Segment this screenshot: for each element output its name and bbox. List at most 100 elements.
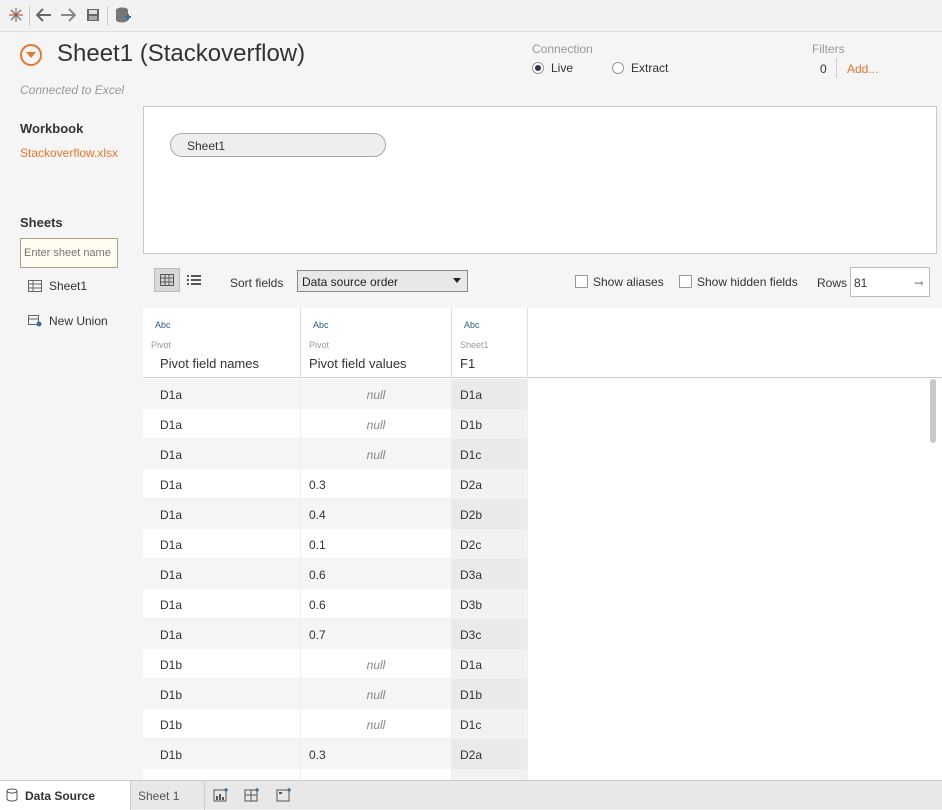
table-cell[interactable]: 0.1 bbox=[301, 529, 452, 559]
workbook-heading: Workbook bbox=[20, 121, 84, 136]
new-story-icon[interactable] bbox=[276, 788, 292, 802]
table-row: D1a 0.7 D3c bbox=[143, 619, 528, 649]
sheet-tab-bar: Data Source Sheet 1 bbox=[0, 780, 942, 810]
column-name: F1 bbox=[460, 356, 476, 371]
table-cell[interactable]: D1a bbox=[143, 529, 301, 559]
table-cell[interactable]: D2a bbox=[452, 739, 528, 769]
list-view-button[interactable] bbox=[181, 268, 207, 292]
table-cell[interactable]: D1a bbox=[143, 619, 301, 649]
sort-fields-value: Data source order bbox=[302, 275, 399, 289]
sort-fields-dropdown[interactable]: Data source order bbox=[297, 270, 468, 292]
connection-status: Connected to Excel bbox=[20, 83, 125, 97]
table-cell[interactable]: D3b bbox=[452, 589, 528, 619]
tab-sheet-1[interactable]: Sheet 1 bbox=[131, 781, 205, 810]
extract-radio[interactable] bbox=[612, 62, 624, 74]
table-cell[interactable]: D2b bbox=[452, 769, 528, 780]
table-row: D1b null D1a bbox=[143, 649, 528, 679]
table-row: D1b0.2D2b bbox=[143, 769, 528, 780]
table-cell[interactable]: 0.6 bbox=[301, 589, 452, 619]
add-filter-link[interactable]: Add... bbox=[847, 62, 878, 76]
table-cell[interactable]: D2c bbox=[452, 529, 528, 559]
table-cell[interactable]: D1b bbox=[143, 739, 301, 769]
string-type-icon[interactable]: Abc bbox=[464, 320, 480, 330]
save-icon[interactable] bbox=[83, 5, 103, 25]
table-cell[interactable]: D2b bbox=[452, 499, 528, 529]
show-hidden-fields-checkbox[interactable] bbox=[679, 275, 692, 288]
live-label: Live bbox=[551, 61, 574, 75]
table-cell[interactable]: D1b bbox=[143, 649, 301, 679]
string-type-icon[interactable]: Abc bbox=[313, 320, 329, 330]
table-cell[interactable]: D2a bbox=[452, 469, 528, 499]
table-cell[interactable]: 0.4 bbox=[301, 499, 452, 529]
table-cell[interactable]: D1b bbox=[143, 769, 301, 780]
show-aliases-checkbox[interactable] bbox=[575, 275, 588, 288]
tab-data-source[interactable]: Data Source bbox=[0, 781, 131, 810]
table-cell[interactable]: null bbox=[301, 379, 452, 409]
table-cell[interactable]: D1a bbox=[143, 499, 301, 529]
back-arrow-icon[interactable] bbox=[34, 5, 54, 25]
grid-view-icon bbox=[160, 274, 174, 286]
tab-label: Sheet 1 bbox=[138, 789, 180, 803]
grid-view-button[interactable] bbox=[154, 268, 180, 292]
rows-label: Rows bbox=[817, 276, 848, 290]
filters-count: 0 bbox=[820, 62, 827, 76]
title-menu-icon[interactable] bbox=[20, 44, 42, 66]
table-cell[interactable]: D1b bbox=[143, 709, 301, 739]
live-radio[interactable] bbox=[532, 62, 544, 74]
string-type-icon[interactable]: Abc bbox=[155, 320, 171, 330]
table-cell[interactable]: D3a bbox=[452, 559, 528, 589]
table-cell[interactable]: 0.7 bbox=[301, 619, 452, 649]
table-cell[interactable]: D1b bbox=[452, 679, 528, 709]
table-row: D1a null D1b bbox=[143, 409, 528, 439]
new-worksheet-icon[interactable] bbox=[213, 788, 229, 802]
table-cell[interactable]: D1a bbox=[143, 439, 301, 469]
table-row: D1b 0.3 D2a bbox=[143, 739, 528, 769]
table-cell[interactable]: D1b bbox=[143, 679, 301, 709]
vertical-scrollbar[interactable] bbox=[930, 379, 936, 443]
join-canvas[interactable]: Sheet1 bbox=[143, 106, 937, 254]
table-cell[interactable]: 0.2 bbox=[301, 769, 452, 780]
table-cell[interactable]: D1b bbox=[452, 409, 528, 439]
table-cell[interactable]: D1a bbox=[452, 649, 528, 679]
table-cell[interactable]: null bbox=[301, 649, 452, 679]
table-row: D1a 0.1 D2c bbox=[143, 529, 528, 559]
page-title[interactable]: Sheet1 (Stackoverflow) bbox=[57, 40, 305, 68]
forward-arrow-icon[interactable] bbox=[58, 5, 78, 25]
table-cell[interactable]: D1c bbox=[452, 439, 528, 469]
rows-input[interactable]: 81 ➞ bbox=[850, 267, 930, 297]
table-cell[interactable]: null bbox=[301, 709, 452, 739]
table-cell[interactable]: 0.6 bbox=[301, 559, 452, 589]
table-cell[interactable]: D1a bbox=[143, 379, 301, 409]
arrow-right-icon[interactable]: ➞ bbox=[914, 276, 924, 290]
sheet-search-input[interactable] bbox=[20, 238, 118, 268]
new-data-source-icon[interactable] bbox=[113, 5, 133, 25]
rows-value: 81 bbox=[854, 276, 868, 290]
table-cell[interactable]: null bbox=[301, 439, 452, 469]
table-cell[interactable]: D1a bbox=[143, 559, 301, 589]
new-dashboard-icon[interactable] bbox=[244, 788, 260, 802]
column-header[interactable]: Abc Sheet1 F1 bbox=[452, 308, 528, 378]
tableau-logo-icon[interactable] bbox=[6, 5, 26, 25]
table-cell[interactable]: D1a bbox=[143, 589, 301, 619]
table-cell[interactable]: 0.3 bbox=[301, 739, 452, 769]
table-cell[interactable]: null bbox=[301, 679, 452, 709]
column-header[interactable]: Abc Pivot Pivot field values bbox=[301, 308, 452, 378]
table-cell[interactable]: D1a bbox=[452, 379, 528, 409]
list-view-icon bbox=[187, 275, 201, 285]
sort-fields-label: Sort fields bbox=[230, 276, 284, 290]
sidebar-item-new-union[interactable]: New Union bbox=[28, 311, 108, 331]
table-cell[interactable]: 0.3 bbox=[301, 469, 452, 499]
table-cell[interactable]: null bbox=[301, 409, 452, 439]
column-header[interactable]: Abc Pivot Pivot field names bbox=[143, 308, 301, 378]
table-row: D1a 0.4 D2b bbox=[143, 499, 528, 529]
workbook-file-link[interactable]: Stackoverflow.xlsx bbox=[20, 146, 118, 160]
sidebar-item-label: Sheet1 bbox=[49, 279, 88, 293]
table-cell[interactable]: D1a bbox=[143, 409, 301, 439]
table-row: D1a 0.6 D3b bbox=[143, 589, 528, 619]
table-cell[interactable]: D1c bbox=[452, 709, 528, 739]
table-cell[interactable]: D1a bbox=[143, 469, 301, 499]
table-cell[interactable]: D3c bbox=[452, 619, 528, 649]
table-row: D1a 0.3 D2a bbox=[143, 469, 528, 499]
sidebar-item-sheet1[interactable]: Sheet1 bbox=[28, 276, 87, 296]
table-pill-sheet1[interactable]: Sheet1 bbox=[170, 133, 386, 157]
